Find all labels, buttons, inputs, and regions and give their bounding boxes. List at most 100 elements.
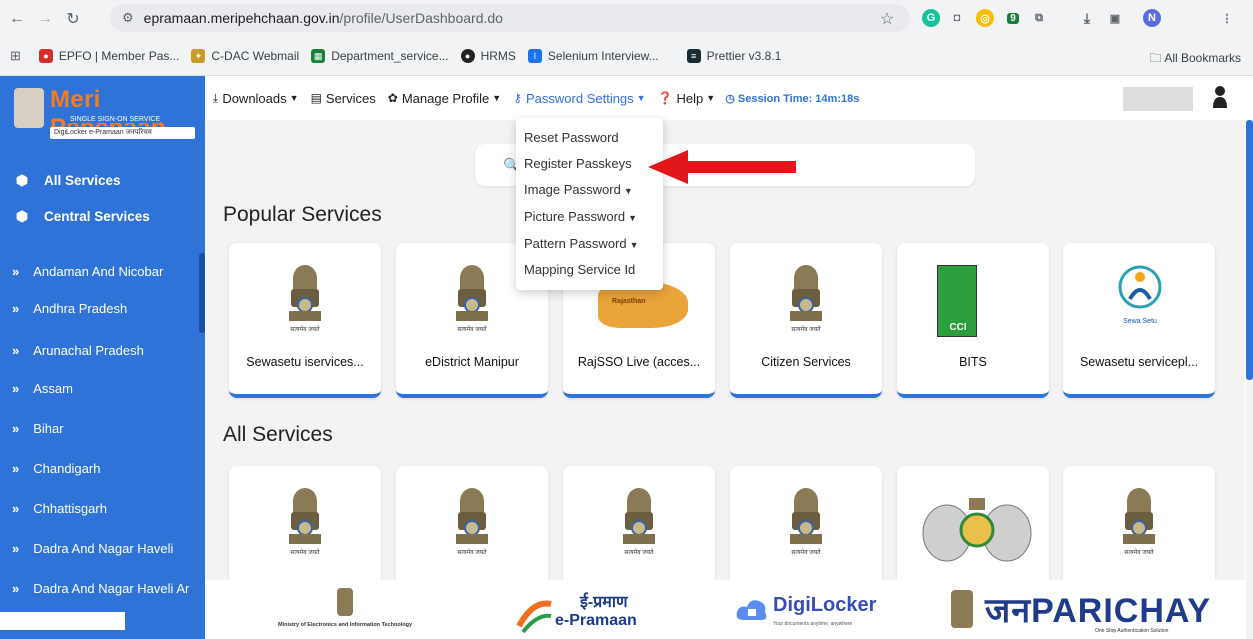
sidebar-item-state[interactable]: » Dadra And Nagar Haveli Ar [0,573,205,603]
cloud-lock-icon [736,600,767,620]
all-services-heading: All Services [223,423,333,446]
cube-icon: ⬢ [15,207,29,224]
camera-extension-icon[interactable]: ◘ [948,9,966,27]
clock-icon: ◷ [725,92,738,105]
meity-logo: Ministry of Electronics and Information … [255,588,435,638]
digilocker-logo: DigiLocker Your documents anytime, anywh… [733,592,883,636]
sidebar-item-central-services[interactable]: ⬢ Central Services [0,201,205,231]
nav-password-settings[interactable]: ⚷ Password Settings ▼ [513,91,645,106]
national-emblem-icon: सत्यमेव जयते [786,265,826,333]
bookmarks-bar: ⊞ ● EPFO | Member Pas... ✦ C-DAC Webmail ▦… [0,38,1253,74]
service-card[interactable]: सत्यमेव जयते Citizen Services [730,243,882,398]
service-card-label: RajSSO Live (acces... [577,355,701,369]
menu-item-register-passkeys[interactable]: Register Passkeys [524,156,632,171]
sidebar: Meri Pehchaan SINGLE SIGN-ON SERVICE Dig… [0,76,205,639]
national-emblem-icon [951,590,973,628]
meri-pehchaan-logo[interactable]: Meri Pehchaan SINGLE SIGN-ON SERVICE Dig… [12,84,197,148]
caret-down-icon: ▼ [636,93,646,103]
double-chevron-icon: » [12,420,20,436]
epfo-icon: ● [38,49,53,63]
username-box [1123,87,1193,111]
caret-down-icon: ▼ [623,186,633,196]
grammarly-icon[interactable]: G [922,9,940,27]
double-chevron-icon: » [12,342,20,358]
menu-item-picture-password[interactable]: Picture Password ▼ [524,209,637,224]
apps-grid-icon[interactable]: ⊞ [10,48,21,64]
download-icon: ⤓ [213,90,219,105]
all-bookmarks[interactable]: 🗀 All Bookmarks [1150,49,1241,70]
password-settings-menu: Reset Password Register Passkeys Image P… [516,118,663,290]
bookmark-cdac[interactable]: ✦ C-DAC Webmail [191,49,299,63]
question-circle-icon: ❓ [657,91,673,105]
reload-icon[interactable]: ↻ [62,8,84,30]
bookmark-hrms[interactable]: ● HRMS [460,49,516,63]
red-arrow-annotation [648,150,796,184]
extensions-puzzle-icon[interactable]: ⧉ [1030,9,1048,27]
sidebar-item-state[interactable]: » Bihar [0,413,205,443]
double-chevron-icon: » [12,540,20,556]
double-chevron-icon: » [12,263,20,279]
badge-extension-icon[interactable]: 9 [1004,9,1022,27]
sidebar-item-state[interactable]: » Arunachal Pradesh [0,335,205,365]
menu-item-mapping-service-id[interactable]: Mapping Service Id [524,262,635,277]
bookmark-prettier[interactable]: ≡ Prettier v3.8.1 [686,49,781,63]
caret-down-icon: ▼ [492,93,502,103]
sidebar-item-state[interactable]: » Chandigarh [0,453,205,483]
sidebar-item-all-services[interactable]: ⬢ All Services [0,165,205,195]
sidebar-item-state[interactable]: » Chhattisgarh [0,493,205,523]
nav-downloads[interactable]: ⤓ Downloads ▼ [213,91,299,106]
epramaan-swoosh-icon [516,600,552,634]
caret-down-icon: ▼ [628,213,638,223]
prettier-icon: ≡ [686,49,701,63]
brand-subtitle: SINGLE SIGN-ON SERVICE [70,116,161,123]
back-icon[interactable]: ← [6,8,28,30]
extension-badge: 9 [1007,12,1019,24]
double-chevron-icon: » [12,460,20,476]
double-chevron-icon: » [12,380,20,396]
bookmark-epfo[interactable]: ● EPFO | Member Pas... [38,49,179,63]
kerala-emblem-icon [922,498,1032,562]
sidebar-item-state[interactable]: » Andaman And Nicobar [0,256,205,286]
national-emblem-icon: सत्यमेव जयते [1119,488,1159,556]
address-bar[interactable]: ⚙ epramaan.meripehchaan.gov.in/profile/U… [110,4,910,32]
service-card[interactable]: सत्यमेव जयते Sewasetu iservices... [229,243,381,398]
service-card-label: Sewasetu iservices... [246,355,364,369]
menu-item-reset-password[interactable]: Reset Password [524,130,619,145]
menu-item-pattern-password[interactable]: Pattern Password ▼ [524,236,639,251]
browser-chrome: ← → ↻ ⚙ epramaan.meripehchaan.gov.in/pro… [0,0,1253,76]
sidebar-item-state[interactable]: » Assam [0,373,205,403]
nav-help[interactable]: ❓ Help ▼ [658,91,716,106]
bookmark-selenium[interactable]: l Selenium Interview... [527,49,659,63]
brand-strip: DigiLocker e-Pramaan जनपरिचय [50,127,195,139]
menu-item-image-password[interactable]: Image Password ▼ [524,182,633,197]
session-timer: ◷ Session Time: 14m:18s [725,92,860,105]
page-scrollbar-thumb[interactable] [1246,120,1253,380]
double-chevron-icon: » [12,300,20,316]
cdac-icon: ✦ [191,49,206,63]
file-icon: ▤ [310,91,322,105]
profile-avatar[interactable]: N [1143,9,1161,27]
sidebar-item-state[interactable]: » Dadra And Nagar Haveli [0,533,205,563]
popular-services-heading: Popular Services [223,203,382,226]
menu-kebab-icon[interactable]: ⋮ [1218,9,1236,27]
national-emblem-icon: सत्यमेव जयते [619,488,659,556]
color-extension-icon[interactable]: ◎ [976,9,994,27]
national-emblem-icon [337,588,353,616]
tab-search-icon[interactable]: ▣ [1106,9,1124,27]
nav-manage-profile[interactable]: ✿ Manage Profile ▼ [388,91,501,106]
epramaan-logo: ई-प्रमाण e-Pramaan [515,590,655,638]
download-icon[interactable]: ⤓ [1078,9,1096,27]
sidebar-item-state[interactable]: » Andhra Pradesh [0,293,205,323]
cube-icon: ⬢ [15,171,29,188]
bookmark-department[interactable]: ▦ Department_service... [311,49,449,63]
top-nav: ⤓ Downloads ▼ ▤ Services ✿ Manage Profile ▼ ⚷… [205,76,1253,120]
forward-icon[interactable]: → [34,8,56,30]
bookmark-star-icon[interactable]: ☆ [880,9,894,29]
page-scrollbar[interactable] [1246,120,1253,639]
nav-services[interactable]: ▤ Services [311,91,376,106]
service-card-label: Sewasetu servicepl... [1079,355,1199,369]
user-icon[interactable] [1212,84,1228,110]
site-info-icon[interactable]: ⚙ [122,10,134,26]
url-host: epramaan.meripehchaan.gov.in [143,10,340,26]
national-emblem-icon: सत्यमेव जयते [285,488,325,556]
